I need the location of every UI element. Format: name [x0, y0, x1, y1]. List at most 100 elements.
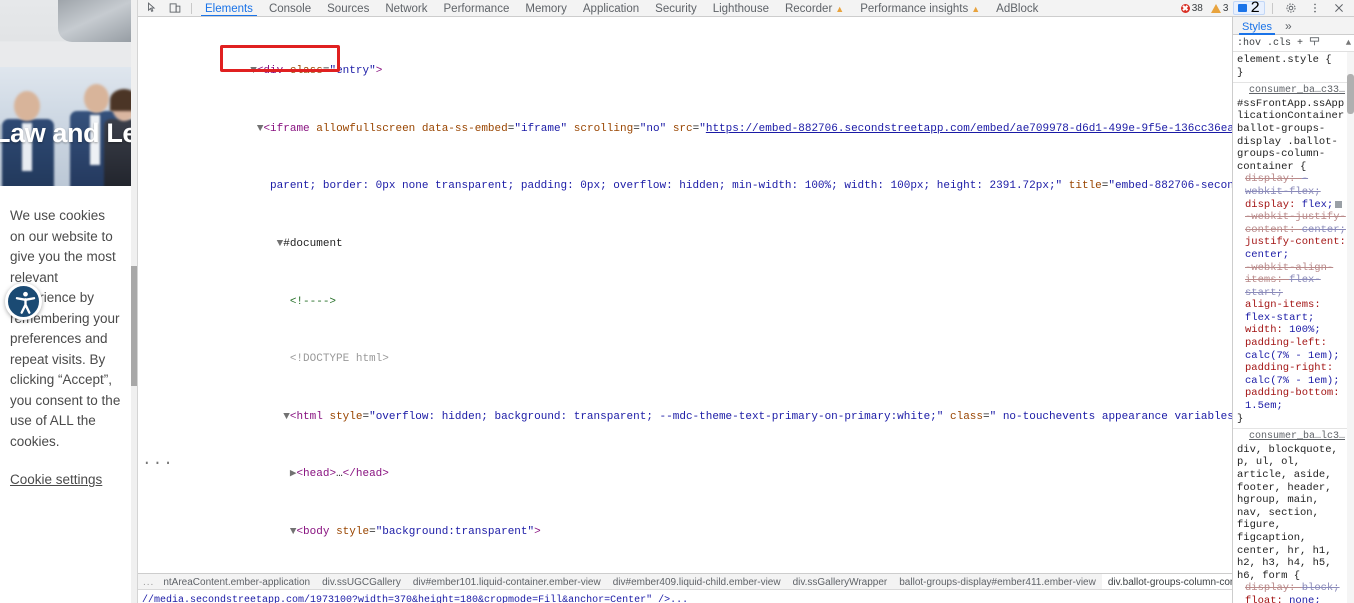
inspect-element-icon[interactable]: [142, 0, 164, 16]
styles-pane: Styles » :hov .cls + ▲ element.style {}…: [1232, 17, 1354, 603]
style-prop-display-block[interactable]: display: block;: [1237, 582, 1350, 595]
style-prop-padding-left[interactable]: padding-left: calc(7% - 1em);: [1237, 337, 1350, 362]
style-rule-close: }: [1237, 66, 1244, 79]
devtools-panel: Elements Console Sources Network Perform…: [138, 0, 1354, 603]
close-icon[interactable]: [1328, 0, 1350, 16]
tab-styles[interactable]: Styles: [1239, 17, 1275, 35]
cls-toggle[interactable]: .cls: [1267, 38, 1291, 49]
tab-console[interactable]: Console: [261, 0, 319, 16]
style-prop-webkit-align-items[interactable]: -webkit-align-items: flex-start;: [1237, 262, 1350, 300]
style-rule-origin[interactable]: consumer_ba…lc3…: [1237, 431, 1350, 444]
tree-row-html[interactable]: ▼<html style="overflow: hidden; backgrou…: [138, 410, 1232, 424]
tab-lighthouse-label: Lighthouse: [712, 2, 769, 15]
prop-value: flex-start;: [1245, 311, 1315, 324]
tab-performance-insights[interactable]: Performance insights ▲: [852, 0, 988, 16]
styles-rules-list[interactable]: element.style { } consumer_ba…c33… #ssFr…: [1233, 52, 1354, 603]
error-counter[interactable]: ✖ 38: [1178, 1, 1206, 15]
warning-count: 3: [1222, 2, 1229, 14]
styles-scrollbar-track[interactable]: [1347, 52, 1354, 603]
tree-row-head[interactable]: ▶<head>…</head>: [138, 467, 1232, 481]
cookie-consent-notice: We use cookies on our website to give yo…: [0, 200, 131, 501]
tree-row[interactable]: ▼<div class="entry">: [138, 64, 1232, 78]
new-style-rule-icon[interactable]: [1309, 36, 1320, 51]
breadcrumb-item-1[interactable]: div.ssUGCGallery: [316, 574, 407, 589]
style-prop-padding-bottom[interactable]: padding-bottom: 1.5em;: [1237, 387, 1350, 412]
warning-counter[interactable]: 3: [1208, 1, 1232, 15]
breadcrumb-item-3[interactable]: div#ember409.liquid-child.ember-view: [607, 574, 787, 589]
style-prop-webkit-justify-content[interactable]: -webkit-justify-content: center;: [1237, 211, 1350, 236]
elements-dom-tree[interactable]: ▼<div class="entry"> ▼<iframe allowfulls…: [138, 17, 1232, 573]
tab-memory[interactable]: Memory: [517, 0, 575, 16]
style-rule-close: }: [1237, 412, 1244, 425]
tab-performance-label: Performance: [443, 2, 510, 15]
accessibility-glyph: [15, 291, 36, 314]
prop-value: block;: [1301, 582, 1340, 595]
tab-security[interactable]: Security: [647, 0, 705, 16]
tab-recorder-label: Recorder: [784, 2, 833, 15]
style-prop-float[interactable]: float: none;: [1237, 595, 1350, 603]
breadcrumb-overflow-left[interactable]: ...: [140, 574, 157, 589]
add-rule-button[interactable]: +: [1297, 38, 1303, 49]
tree-row-doctype[interactable]: <!DOCTYPE html>: [138, 352, 1232, 366]
tab-console-label: Console: [268, 2, 312, 15]
breadcrumb-item-4[interactable]: div.ssGalleryWrapper: [787, 574, 894, 589]
prop-name: align-items: [1245, 299, 1315, 312]
breadcrumb-item-6-current[interactable]: div.ballot-groups-column-contain: [1101, 574, 1232, 589]
style-rule-selector: div, blockquote, p, ul, ol, article, asi…: [1237, 443, 1338, 582]
prop-name: padding-right: [1245, 362, 1327, 375]
page-scrollbar-track[interactable]: [131, 0, 137, 603]
breadcrumb-item-5[interactable]: ballot-groups-display#ember411.ember-vie…: [893, 574, 1102, 589]
breadcrumb-item-2[interactable]: div#ember101.liquid-container.ember-view: [407, 574, 607, 589]
hov-toggle[interactable]: :hov: [1237, 38, 1261, 49]
tree-row-document[interactable]: ▼#document: [138, 237, 1232, 251]
tree-row-comment[interactable]: <!---->: [138, 295, 1232, 309]
page-scrollbar-thumb[interactable]: [131, 266, 137, 386]
style-prop-display-flex[interactable]: display: flex;: [1237, 199, 1350, 212]
style-prop-padding-right[interactable]: padding-right: calc(7% - 1em);: [1237, 362, 1350, 387]
person-2-head: [84, 84, 109, 113]
style-prop-align-items[interactable]: align-items: flex-start;: [1237, 299, 1350, 324]
flex-editor-icon[interactable]: [1335, 200, 1343, 208]
iframe-src-link[interactable]: https://embed-882706.secondstreetapp.com…: [706, 123, 1232, 135]
tab-adblock[interactable]: AdBlock: [988, 0, 1046, 16]
tab-lighthouse[interactable]: Lighthouse: [705, 0, 777, 16]
styles-scroll-up-icon[interactable]: ▲: [1343, 38, 1354, 48]
styles-more-tabs-icon[interactable]: »: [1285, 19, 1292, 33]
performance-insights-preview-warning-icon: ▲: [971, 3, 981, 14]
breadcrumb-item-0[interactable]: ntAreaContent.ember-application: [157, 574, 316, 589]
tab-network[interactable]: Network: [377, 0, 435, 16]
style-rule-origin[interactable]: consumer_ba…c33…: [1237, 85, 1350, 98]
photo-ceiling-detail: [58, 0, 131, 42]
gear-icon[interactable]: [1280, 0, 1302, 16]
tab-adblock-label: AdBlock: [996, 2, 1039, 15]
tab-application[interactable]: Application: [575, 0, 647, 16]
recorder-preview-warning-icon: ▲: [835, 3, 845, 14]
tab-performance[interactable]: Performance: [436, 0, 518, 16]
tab-recorder[interactable]: Recorder ▲: [777, 0, 852, 16]
photo-band-detail: [0, 42, 131, 67]
styles-tabbar: Styles »: [1233, 17, 1354, 35]
style-prop-width[interactable]: width: 100%;: [1237, 324, 1350, 337]
iframe-title-value: embed-882706-secondstreetapp: [1115, 180, 1232, 193]
tab-elements[interactable]: Elements: [197, 0, 261, 16]
style-rule-block-elements-reset[interactable]: consumer_ba…lc3… div, blockquote, p, ul,…: [1233, 429, 1354, 603]
message-counter[interactable]: 2: [1233, 0, 1265, 16]
tree-ellipsis-marker[interactable]: ...: [142, 451, 174, 469]
accessibility-person-icon[interactable]: [5, 283, 42, 320]
tab-sources-label: Sources: [327, 2, 370, 15]
style-prop-display-webkit-flex[interactable]: display: -webkit-flex;: [1237, 173, 1350, 198]
style-rule-ballot-groups-column-container[interactable]: consumer_ba…c33… #ssFrontApp.ssApplicati…: [1233, 83, 1354, 430]
styles-scrollbar-thumb[interactable]: [1347, 74, 1354, 114]
tab-sources[interactable]: Sources: [319, 0, 377, 16]
tree-row-iframe-cont[interactable]: parent; border: 0px none transparent; pa…: [138, 179, 1232, 193]
tab-elements-label: Elements: [205, 2, 253, 15]
more-vertical-icon[interactable]: [1304, 0, 1326, 16]
cookie-settings-link[interactable]: Cookie settings: [10, 470, 102, 491]
tree-row-body[interactable]: ▼<body style="background:transparent">: [138, 525, 1232, 539]
elements-tree-scroll[interactable]: ▼<div class="entry"> ▼<iframe allowfulls…: [138, 17, 1232, 573]
device-toolbar-icon[interactable]: [164, 0, 186, 16]
style-rule-element-style[interactable]: element.style { }: [1233, 52, 1354, 84]
tree-row-iframe[interactable]: ▼<iframe allowfullscreen data-ss-embed="…: [138, 122, 1232, 136]
style-prop-justify-content[interactable]: justify-content: center;: [1237, 236, 1350, 261]
hero-photo: Law and Leg: [0, 0, 131, 186]
